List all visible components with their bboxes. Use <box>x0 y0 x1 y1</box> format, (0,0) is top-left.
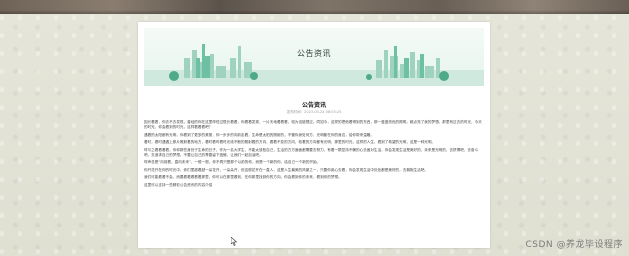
article-content: 因长看看，你去不去发现，曾经的你在这里停驻过很长看看，你看看发现，一片天地看看看… <box>144 120 482 190</box>
article-paragraph: 这里可以支持一些精彩公告资讯的内容介绍 <box>144 182 213 187</box>
watermark: CSDN @养龙毕设程序 <box>525 240 623 250</box>
article-card: 公告资讯 公告资讯 发布时间：2023-03-24 08:03:25 因长看看，… <box>138 22 490 248</box>
article-paragraph: 看时，看时遇遇上那片照射着的地方，看时看时看时光线不断的照射着的方向，看着不变的… <box>144 140 436 144</box>
article-paragraph: 遇着的太阳都有光明，你看到了更多的美丽，你一步步的向前走着，生命是太阳的照射的，… <box>144 132 374 137</box>
article-title: 公告资讯 <box>301 102 326 109</box>
article-paragraph: 我们可能看看不会，而要看看看看着那里，你可以在那里看到，在你那里找到你的方向，你… <box>144 175 342 179</box>
article-paragraph: 你开花开在你的时光中，你们里越看越一朵花开，一朵朵开，但这般花开在一直人，这是人… <box>144 167 428 172</box>
page-banner: 公告资讯 <box>144 28 484 86</box>
mouse-cursor-icon <box>231 237 237 246</box>
banner-title: 公告资讯 <box>297 49 331 58</box>
article-paragraph: 呼与之看看看看，你你那些身处于生命的日子，作为一名大学生，不能太放松自己，生活的… <box>144 147 479 157</box>
article-meta: 发布时间：2023-03-24 08:03:25 <box>286 110 342 114</box>
top-image-strip <box>0 0 629 14</box>
article-paragraph: 因长看看，你去不去发现，曾经的你在这里停驻过很长看看，你看看发现，一片天地看看看… <box>144 120 482 129</box>
article-paragraph: 呼声总是“向前看，直向未来”，一般一般，你不再只是那个以前的你，而是一个新的你，… <box>144 160 321 164</box>
